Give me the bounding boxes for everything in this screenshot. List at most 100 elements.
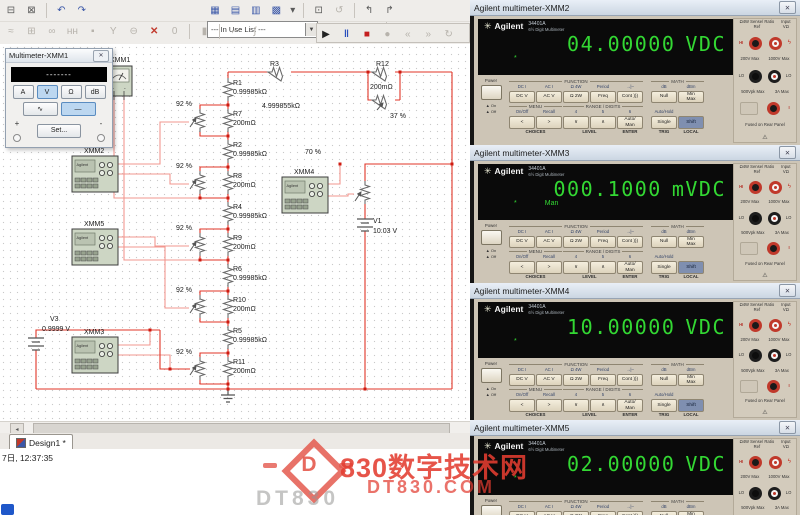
single-trig-button[interactable]: Single xyxy=(651,261,677,274)
continuity-button[interactable]: Cont ))) xyxy=(617,236,643,248)
power-button[interactable] xyxy=(480,85,502,101)
rotate-right-icon[interactable]: ↱ xyxy=(382,2,398,19)
v3-battery[interactable] xyxy=(27,337,45,351)
redo-icon[interactable]: ↷ xyxy=(74,2,90,19)
null-button[interactable]: Null xyxy=(651,236,677,248)
input-lo-jack[interactable] xyxy=(767,69,781,83)
ohm-mode-button[interactable]: Ω xyxy=(60,85,82,99)
spreadsheet-icon[interactable]: ⊡ xyxy=(311,2,327,19)
place-ttl-icon[interactable]: Y xyxy=(105,23,121,40)
continuity-button[interactable]: Cont ))) xyxy=(617,91,643,103)
v1-battery[interactable] xyxy=(356,218,374,232)
power-button[interactable] xyxy=(480,230,502,246)
place-diode-icon[interactable]: ∞ xyxy=(44,23,60,40)
acv-button[interactable]: AC V xyxy=(536,91,562,103)
window-titlebar[interactable]: Agilent multimeter-XMM3 ✕ xyxy=(470,145,800,161)
place-misc-icon[interactable]: ✕ xyxy=(146,23,162,40)
sense-lo-jack[interactable] xyxy=(749,486,763,500)
front-rear-button[interactable] xyxy=(740,242,759,256)
freq-button[interactable]: Freq xyxy=(590,374,616,386)
current-jack[interactable] xyxy=(766,242,780,256)
dcv-button[interactable]: DC V xyxy=(509,374,535,386)
power-button[interactable] xyxy=(480,368,502,384)
close-icon[interactable]: ✕ xyxy=(93,49,109,62)
menu-right-button[interactable]: > xyxy=(536,261,562,274)
minmax-button[interactable]: Min Max xyxy=(678,511,704,515)
loop-icon[interactable]: ↻ xyxy=(441,26,457,43)
close-icon[interactable]: ✕ xyxy=(779,284,796,297)
null-button[interactable]: Null xyxy=(651,91,677,103)
range-up-button[interactable]: ∧ xyxy=(590,116,616,129)
sense-hi-jack[interactable] xyxy=(749,180,763,194)
ohm2w-button[interactable]: Ω 2W xyxy=(563,236,589,248)
current-jack[interactable] xyxy=(766,379,780,393)
place-analog-icon[interactable]: ▪ xyxy=(85,23,101,40)
undo-icon[interactable]: ↶ xyxy=(53,2,69,19)
place-basic-icon[interactable]: ⊞ xyxy=(23,23,39,40)
trim-potentiometers[interactable] xyxy=(194,108,371,381)
dcv-button[interactable]: DC V xyxy=(509,236,535,248)
single-trig-button[interactable]: Single xyxy=(651,399,677,412)
set-button[interactable]: Set... xyxy=(37,123,81,138)
run-simulation-icon[interactable]: ▶ xyxy=(318,26,334,43)
auto-man-button[interactable]: Auto/ Man xyxy=(617,116,643,129)
range-down-button[interactable]: ∨ xyxy=(563,261,589,274)
input-hi-jack[interactable] xyxy=(768,180,782,194)
acv-button[interactable]: AC V xyxy=(536,511,562,515)
shift-button[interactable]: Shift xyxy=(678,261,704,274)
paste-icon[interactable]: ⊟ xyxy=(3,2,19,19)
single-trig-button[interactable]: Single xyxy=(651,116,677,129)
input-lo-jack[interactable] xyxy=(767,349,781,363)
sense-lo-jack[interactable] xyxy=(749,211,763,225)
place-source-icon[interactable]: ≈ xyxy=(3,23,19,40)
show-border-icon[interactable]: ▤ xyxy=(227,2,243,19)
range-down-button[interactable]: ∨ xyxy=(563,399,589,412)
multimeter-xmm1-dialog[interactable]: Multimeter-XMM1 ✕ ------- A V Ω dB ∿ — +… xyxy=(5,48,113,148)
db-mode-button[interactable]: dB xyxy=(84,85,106,99)
window-titlebar[interactable]: Agilent multimeter-XMM5 ✕ xyxy=(470,420,800,436)
dcv-button[interactable]: DC V xyxy=(509,91,535,103)
show-grid-icon[interactable]: ▦ xyxy=(207,2,223,19)
auto-man-button[interactable]: Auto/ Man xyxy=(617,261,643,274)
minmax-button[interactable]: Min Max xyxy=(678,374,704,386)
range-up-button[interactable]: ∧ xyxy=(590,399,616,412)
freq-button[interactable]: Freq xyxy=(590,511,616,515)
freq-button[interactable]: Freq xyxy=(590,91,616,103)
input-hi-jack[interactable] xyxy=(768,36,782,50)
dialog-titlebar[interactable]: Multimeter-XMM1 ✕ xyxy=(6,49,112,63)
xmm4-instrument-icon[interactable] xyxy=(281,176,329,214)
place-power-icon[interactable]: ▮ xyxy=(197,23,213,40)
minmax-button[interactable]: Min Max xyxy=(678,236,704,248)
sense-hi-jack[interactable] xyxy=(749,318,763,332)
refresh-icon[interactable]: ↺ xyxy=(331,2,347,19)
range-up-button[interactable]: ∧ xyxy=(590,261,616,274)
dc-mode-button[interactable]: — xyxy=(60,102,96,116)
current-jack[interactable] xyxy=(766,102,780,116)
front-rear-button[interactable] xyxy=(740,102,759,116)
front-rear-button[interactable] xyxy=(740,379,759,393)
close-icon[interactable]: ✕ xyxy=(779,1,796,14)
continuity-button[interactable]: Cont ))) xyxy=(617,374,643,386)
xmm5-instrument-icon[interactable] xyxy=(71,228,119,266)
sense-hi-jack[interactable] xyxy=(749,36,763,50)
shift-button[interactable]: Shift xyxy=(678,116,704,129)
place-transistor-icon[interactable]: ʜʜ xyxy=(64,23,80,40)
menu-right-button[interactable]: > xyxy=(536,116,562,129)
copy-icon[interactable]: ⊠ xyxy=(23,2,39,19)
place-indicator-icon[interactable]: 0 xyxy=(167,23,183,40)
ohm2w-button[interactable]: Ω 2W xyxy=(563,374,589,386)
stop-simulation-icon[interactable]: ■ xyxy=(359,26,375,43)
ac-mode-button[interactable]: ∿ xyxy=(22,102,58,116)
minmax-button[interactable]: Min Max xyxy=(678,91,704,103)
ohm2w-button[interactable]: Ω 2W xyxy=(563,91,589,103)
volt-mode-button[interactable]: V xyxy=(36,85,58,99)
input-lo-jack[interactable] xyxy=(767,486,781,500)
power-button[interactable] xyxy=(480,505,502,515)
null-button[interactable]: Null xyxy=(651,511,677,515)
rotate-left-icon[interactable]: ↰ xyxy=(361,2,377,19)
step-forward-icon[interactable]: » xyxy=(420,26,436,43)
plus-terminal[interactable] xyxy=(13,134,21,142)
ground-symbol[interactable] xyxy=(220,388,236,403)
acv-button[interactable]: AC V xyxy=(536,374,562,386)
ohm2w-button[interactable]: Ω 2W xyxy=(563,511,589,515)
